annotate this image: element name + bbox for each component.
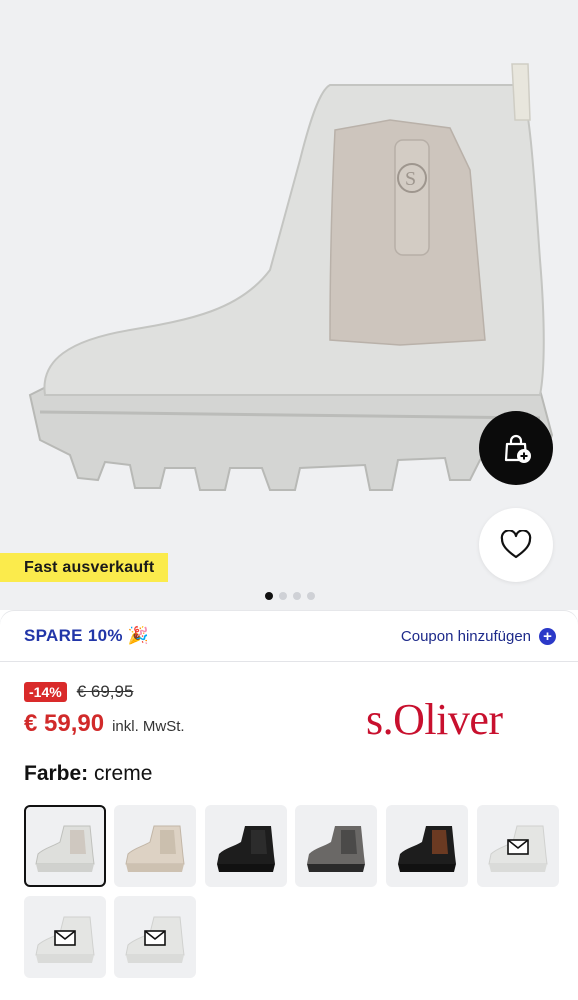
heart-icon — [500, 530, 532, 559]
color-label: Farbe: creme — [24, 762, 152, 786]
spare-label: SPARE 10% 🎉 — [24, 626, 150, 645]
color-swatch-unavailable[interactable] — [24, 896, 106, 978]
boot-thumbnail — [35, 825, 95, 872]
color-swatch-creme[interactable] — [24, 805, 106, 887]
boot-thumbnail — [307, 826, 365, 872]
add-coupon-button[interactable]: Coupon hinzufügen + — [400, 627, 556, 645]
gallery-pagination[interactable] — [265, 592, 315, 600]
pagination-dot[interactable] — [279, 592, 287, 600]
price-section: -14% € 69,95 € 59,90 inkl. MwSt. — [24, 682, 185, 738]
mail-notify-icon — [54, 930, 76, 946]
plus-icon: + — [539, 627, 556, 645]
color-label-key: Farbe: — [24, 762, 89, 785]
mail-notify-icon — [507, 839, 529, 855]
color-swatch-black[interactable] — [205, 805, 287, 887]
product-image-gallery[interactable]: S Fast ausverkauft — [0, 0, 578, 610]
old-price: € 69,95 — [76, 682, 134, 701]
almost-sold-out-badge: Fast ausverkauft — [0, 553, 169, 582]
add-coupon-label: Coupon hinzufügen — [400, 627, 531, 645]
color-swatch-unavailable[interactable] — [477, 805, 559, 887]
shopping-bag-add-icon — [504, 434, 531, 463]
discount-badge: -14% — [24, 682, 67, 702]
pagination-dot[interactable] — [265, 592, 273, 600]
color-swatch-black-pattern[interactable] — [386, 805, 468, 887]
current-price: € 59,90 — [24, 710, 105, 737]
add-to-cart-button[interactable] — [479, 411, 553, 485]
brand-logo[interactable]: s.Oliver — [366, 694, 503, 745]
product-image-boot: S — [28, 63, 554, 491]
boot-thumbnail — [125, 825, 185, 872]
boot-thumbnail — [217, 826, 275, 872]
coupon-bar: SPARE 10% 🎉 Coupon hinzufügen + — [0, 611, 578, 661]
boot-thumbnail — [398, 826, 456, 872]
svg-text:S: S — [405, 168, 416, 190]
pagination-dot[interactable] — [293, 592, 301, 600]
mail-notify-icon — [144, 930, 166, 946]
color-swatch-unavailable[interactable] — [114, 896, 196, 978]
pagination-dot[interactable] — [307, 592, 315, 600]
vat-note: inkl. MwSt. — [112, 718, 185, 735]
color-swatch-beige[interactable] — [114, 805, 196, 887]
color-swatch-gunmetal[interactable] — [295, 805, 377, 887]
wishlist-button[interactable] — [479, 508, 553, 582]
color-label-value: creme — [94, 762, 153, 785]
